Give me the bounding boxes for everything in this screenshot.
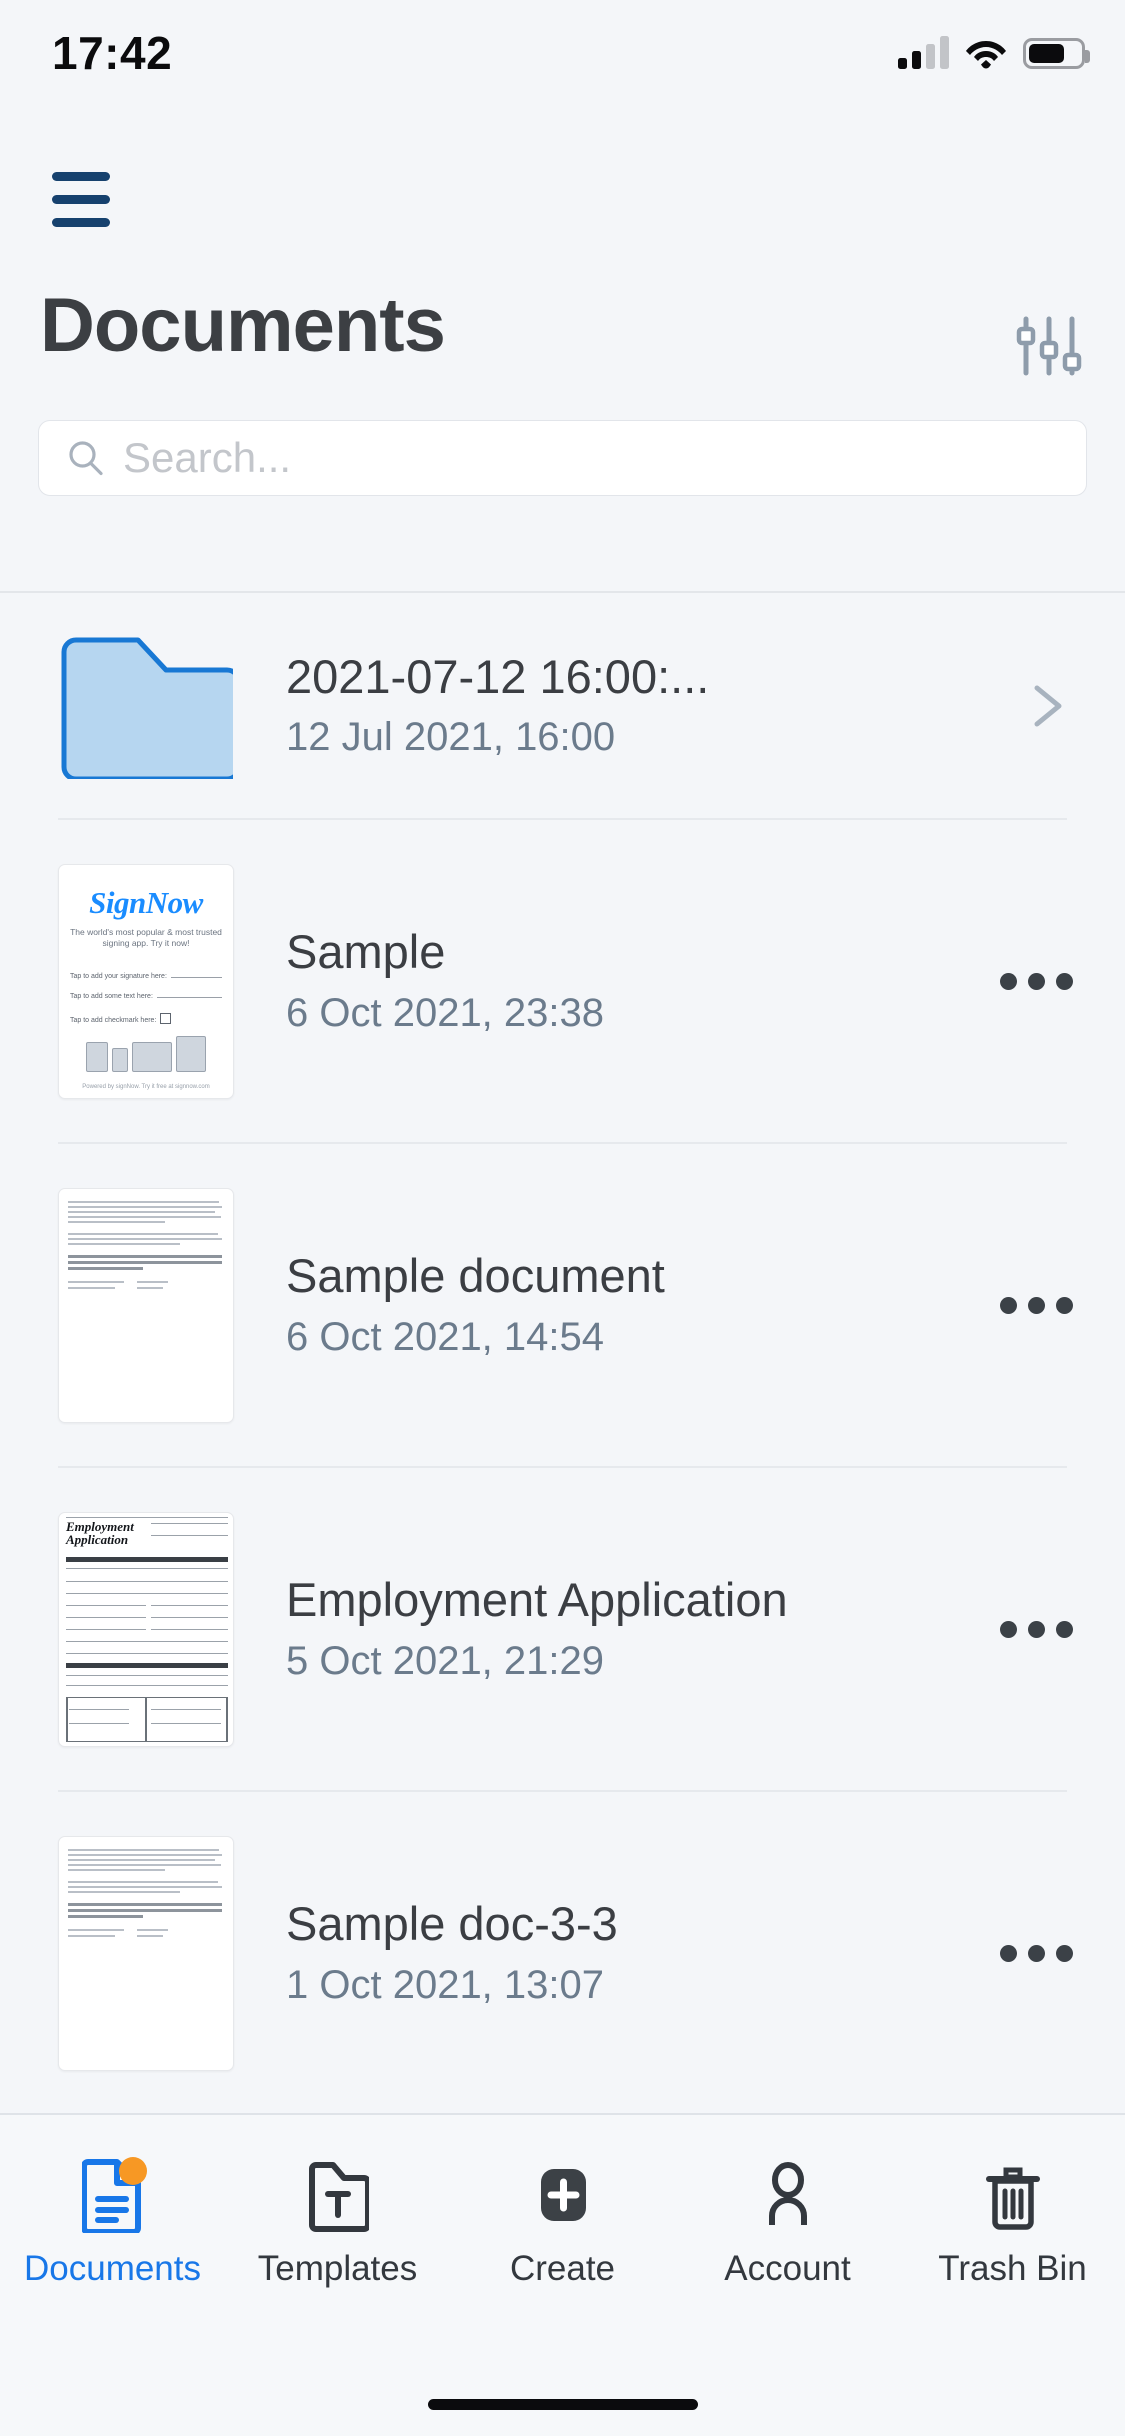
folder-icon <box>58 632 233 779</box>
list-item-date: 6 Oct 2021, 23:38 <box>286 991 993 1036</box>
trash-bin-icon <box>982 2153 1044 2237</box>
template-folder-icon <box>307 2153 369 2237</box>
list-item[interactable]: Sample document 6 Oct 2021, 14:54 <box>0 1144 1125 1466</box>
more-options-icon[interactable] <box>993 1297 1079 1314</box>
tab-documents[interactable]: Documents <box>0 2153 225 2289</box>
thumbnail-form-title: Employment Application <box>66 1520 134 1547</box>
list-item-name: 2021-07-12 16:00:... <box>286 651 1017 704</box>
signnow-line-checkmark: Tap to add checkmark here: <box>70 1013 222 1024</box>
list-item-date: 12 Jul 2021, 16:00 <box>286 715 1017 760</box>
thumbnail-table <box>137 1929 224 1941</box>
list-item-meta: Employment Application 5 Oct 2021, 21:29 <box>236 1574 993 1683</box>
status-bar-time: 17:42 <box>52 26 172 80</box>
list-item-date: 1 Oct 2021, 13:07 <box>286 1963 993 2008</box>
status-bar-indicators <box>898 27 1085 69</box>
page-title: Documents <box>40 288 445 364</box>
signnow-sample-thumbnail: SignNow The world's most popular & most … <box>58 864 234 1099</box>
tab-label: Templates <box>258 2249 418 2289</box>
text-page-thumbnail <box>58 1836 234 2071</box>
page-header: Documents <box>0 132 1125 592</box>
tab-create[interactable]: Create <box>450 2153 675 2289</box>
thumbnail-paragraph <box>68 1849 224 1874</box>
person-icon <box>757 2153 819 2237</box>
tab-account[interactable]: Account <box>675 2153 900 2289</box>
list-item-name: Sample doc-3-3 <box>286 1898 993 1951</box>
signnow-line-text: Tap to add some text here: <box>70 993 222 1000</box>
signnow-logo: SignNow <box>59 885 233 921</box>
hamburger-menu-icon[interactable] <box>52 172 114 232</box>
more-options-icon[interactable] <box>993 973 1079 990</box>
list-item-meta: Sample document 6 Oct 2021, 14:54 <box>236 1250 993 1359</box>
plus-square-icon <box>532 2153 594 2237</box>
list-item-date: 5 Oct 2021, 21:29 <box>286 1639 993 1684</box>
search-icon <box>67 439 105 477</box>
battery-icon <box>1023 38 1085 69</box>
thumbnail-paragraph <box>68 1881 224 1896</box>
employment-application-thumbnail: Employment Application <box>58 1512 234 1747</box>
list-item-meta: Sample doc-3-3 1 Oct 2021, 13:07 <box>236 1898 993 2007</box>
signnow-line-label: Tap to add your signature here: <box>70 973 167 980</box>
more-options-icon[interactable] <box>993 1945 1079 1962</box>
signnow-tagline: The world's most popular & most trusted … <box>68 927 224 950</box>
list-item-meta: Sample 6 Oct 2021, 23:38 <box>236 926 993 1035</box>
thumbnail-paragraph <box>68 1903 224 1921</box>
list-item-name: Sample <box>286 926 993 979</box>
list-item-thumbnail <box>58 1188 236 1423</box>
cellular-signal-icon <box>898 35 949 69</box>
list-item-thumbnail <box>58 632 236 779</box>
signnow-footer: Powered by signNow. Try it free at signn… <box>59 1084 233 1090</box>
tab-label: Trash Bin <box>938 2249 1086 2289</box>
list-item-name: Sample document <box>286 1250 993 1303</box>
documents-list[interactable]: 2021-07-12 16:00:... 12 Jul 2021, 16:00 … <box>0 593 1125 2113</box>
list-item-thumbnail: SignNow The world's most popular & most … <box>58 864 236 1099</box>
text-page-thumbnail <box>58 1188 234 1423</box>
search-bar[interactable] <box>38 420 1087 496</box>
app-root: 17:42 Documents <box>0 0 1125 2436</box>
thumbnail-paragraph <box>68 1201 224 1226</box>
status-bar: 17:42 <box>0 0 1125 132</box>
bottom-tab-bar: Documents Templates <box>0 2113 1125 2436</box>
chevron-right-icon[interactable] <box>1017 676 1077 736</box>
filter-sliders-icon[interactable] <box>1015 315 1083 377</box>
thumbnail-paragraph <box>68 1255 224 1273</box>
more-options-icon[interactable] <box>993 1621 1079 1638</box>
list-item[interactable]: Employment Application <box>0 1468 1125 1790</box>
thumbnail-form-title-line2: Application <box>66 1532 128 1547</box>
tab-templates[interactable]: Templates <box>225 2153 450 2289</box>
list-item-thumbnail: Employment Application <box>58 1512 236 1747</box>
home-indicator <box>428 2399 698 2410</box>
tab-label: Documents <box>24 2249 201 2289</box>
wifi-icon <box>965 37 1007 69</box>
tab-trash-bin[interactable]: Trash Bin <box>900 2153 1125 2289</box>
list-item[interactable]: Sample doc-3-3 1 Oct 2021, 13:07 <box>0 1792 1125 2113</box>
thumbnail-table <box>137 1281 224 1293</box>
signnow-line-label: Tap to add some text here: <box>70 993 153 1000</box>
thumbnail-paragraph <box>68 1233 224 1248</box>
tab-label: Account <box>724 2249 850 2289</box>
list-item-thumbnail <box>58 1836 236 2071</box>
documents-badge <box>119 2157 147 2185</box>
tab-label: Create <box>510 2249 615 2289</box>
signnow-line-label: Tap to add checkmark here: <box>70 1017 156 1024</box>
document-icon <box>82 2153 144 2237</box>
list-item-date: 6 Oct 2021, 14:54 <box>286 1315 993 1360</box>
list-item[interactable]: SignNow The world's most popular & most … <box>0 820 1125 1142</box>
search-input[interactable] <box>123 434 1058 482</box>
list-item[interactable]: 2021-07-12 16:00:... 12 Jul 2021, 16:00 <box>0 593 1125 818</box>
signnow-line-signature: Tap to add your signature here: <box>70 973 222 980</box>
list-item-name: Employment Application <box>286 1574 993 1627</box>
signnow-devices-image <box>73 1026 219 1072</box>
list-item-meta: 2021-07-12 16:00:... 12 Jul 2021, 16:00 <box>236 651 1017 760</box>
